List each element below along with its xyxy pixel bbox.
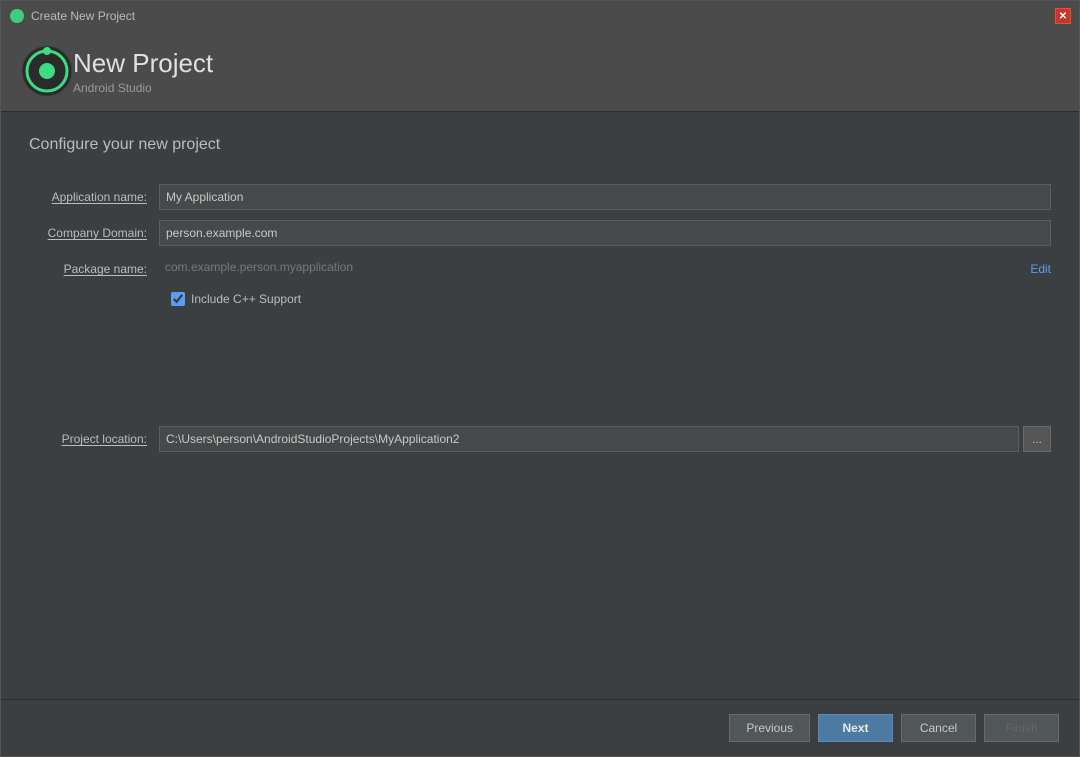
dialog-footer: Previous Next Cancel Finish (1, 699, 1079, 756)
close-icon: ✕ (1059, 11, 1067, 22)
close-button[interactable]: ✕ (1055, 8, 1071, 24)
app-name-row: Application name: (29, 184, 1051, 210)
project-location-label: Project location: (29, 432, 159, 446)
app-name-label: Application name: (29, 190, 159, 204)
android-studio-logo (21, 45, 73, 97)
browse-button[interactable]: ... (1023, 426, 1051, 452)
company-domain-row: Company Domain: (29, 220, 1051, 246)
cpp-support-label: Include C++ Support (191, 292, 301, 306)
window-title: Create New Project (31, 9, 1055, 23)
cpp-support-row: Include C++ Support (171, 292, 1051, 306)
project-location-input[interactable] (159, 426, 1019, 452)
app-name-input[interactable] (159, 184, 1051, 210)
company-domain-label: Company Domain: (29, 226, 159, 240)
next-button[interactable]: Next (818, 714, 893, 742)
project-location-row: Project location: ... (29, 426, 1051, 452)
package-name-value: com.example.person.myapplication (159, 256, 1022, 282)
title-bar: Create New Project ✕ (1, 1, 1079, 31)
header-subtitle: Android Studio (73, 81, 213, 95)
main-window: Create New Project ✕ New Project Android… (0, 0, 1080, 757)
window-icon (9, 8, 25, 24)
content-area: Configure your new project Application n… (1, 112, 1079, 699)
package-edit-link[interactable]: Edit (1030, 262, 1051, 276)
package-name-row: Package name: com.example.person.myappli… (29, 256, 1051, 282)
dialog-header: New Project Android Studio (1, 31, 1079, 112)
package-name-label: Package name: (29, 262, 159, 276)
previous-button[interactable]: Previous (729, 714, 810, 742)
company-domain-input[interactable] (159, 220, 1051, 246)
header-text: New Project Android Studio (73, 48, 213, 95)
finish-button[interactable]: Finish (984, 714, 1059, 742)
project-location-section: Project location: ... (29, 426, 1051, 452)
cpp-support-checkbox[interactable] (171, 292, 185, 306)
form-area: Application name: Company Domain: Packag… (29, 184, 1051, 452)
header-title: New Project (73, 48, 213, 79)
cancel-button[interactable]: Cancel (901, 714, 976, 742)
section-title: Configure your new project (29, 136, 1051, 154)
